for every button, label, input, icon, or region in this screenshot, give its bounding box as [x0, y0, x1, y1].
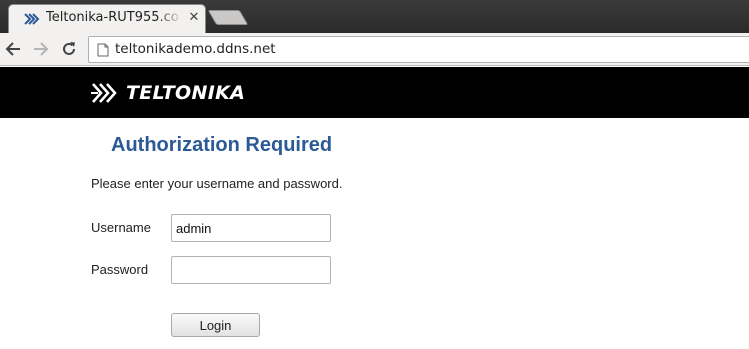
tab-close-icon[interactable]: ✕	[187, 9, 201, 27]
new-tab-button[interactable]	[207, 10, 249, 25]
teltonika-logo: TELTONIKA	[90, 80, 260, 106]
browser-tabstrip: Teltonika-RUT955.com ✕	[0, 0, 749, 33]
tab-title-fade	[157, 8, 183, 28]
username-input[interactable]	[171, 214, 331, 242]
url-text[interactable]: teltonikademo.ddns.net	[115, 41, 276, 59]
address-bar[interactable]: teltonikademo.ddns.net	[88, 36, 749, 63]
page-title: Authorization Required	[111, 134, 333, 156]
browser-tab[interactable]: Teltonika-RUT955.com ✕	[8, 4, 206, 33]
browser-toolbar: teltonikademo.ddns.net	[0, 33, 749, 66]
site-header: TELTONIKA	[0, 67, 749, 118]
teltonika-favicon-icon	[24, 13, 40, 25]
username-label: Username	[91, 220, 151, 235]
logo-text: TELTONIKA	[126, 82, 246, 104]
forward-arrow-icon[interactable]	[32, 40, 50, 58]
teltonika-logo-icon	[91, 83, 117, 103]
password-label: Password	[91, 262, 149, 277]
reload-icon[interactable]	[60, 40, 78, 58]
login-button[interactable]: Login	[171, 313, 260, 337]
page-icon	[97, 43, 109, 57]
back-arrow-icon[interactable]	[4, 40, 22, 58]
password-input[interactable]	[171, 256, 331, 284]
login-instruction: Please enter your username and password.	[91, 176, 343, 191]
